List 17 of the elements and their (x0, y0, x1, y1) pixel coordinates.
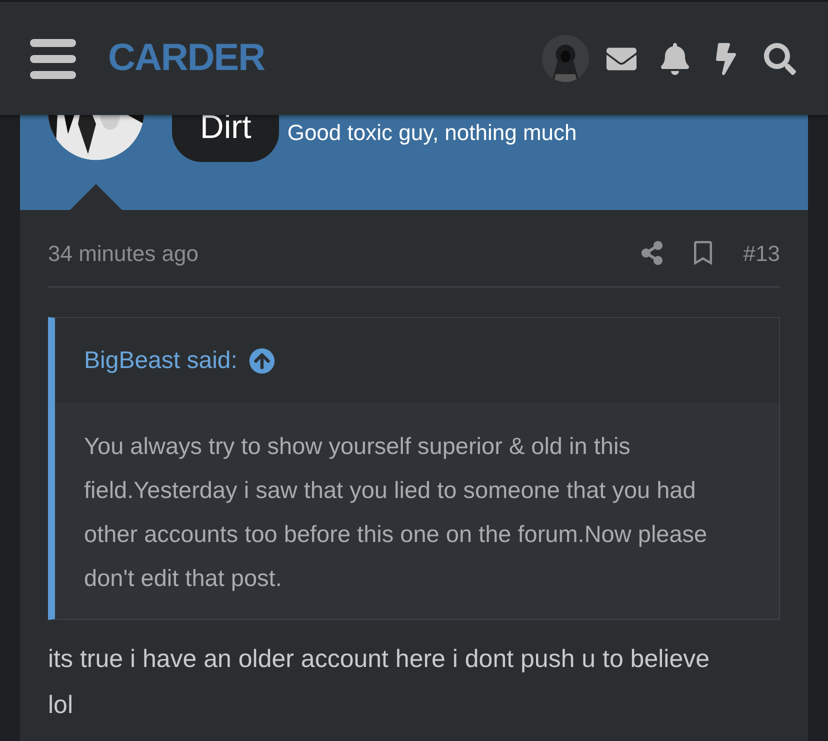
quote-author[interactable]: BigBeast said: (84, 342, 238, 378)
bookmark-icon[interactable] (693, 241, 714, 265)
account-avatar[interactable] (542, 35, 589, 82)
user-title: Good toxic guy, nothing much (287, 119, 577, 147)
menu-icon[interactable] (30, 38, 76, 78)
bolt-icon[interactable] (714, 42, 738, 74)
quote-text: You always try to show yourself superior & old in this field.Yesterday i saw that you lied to someone that you had other accounts too before this one on the forum.Now please don't edit that post. (84, 432, 708, 593)
post-time[interactable]: 34 minutes ago (48, 236, 198, 270)
post-body: its true i have an older account here i dont push u to believe lol (48, 644, 711, 721)
search-icon[interactable] (764, 42, 796, 74)
arrow-up-icon[interactable] (249, 348, 276, 374)
pointer-arrow (70, 184, 122, 210)
post-number[interactable]: #13 (743, 236, 780, 270)
share-icon[interactable] (641, 241, 664, 265)
username-badge[interactable]: Dirt (172, 115, 280, 162)
site-logo[interactable]: CARDER (108, 30, 265, 87)
bell-icon[interactable] (660, 42, 690, 74)
